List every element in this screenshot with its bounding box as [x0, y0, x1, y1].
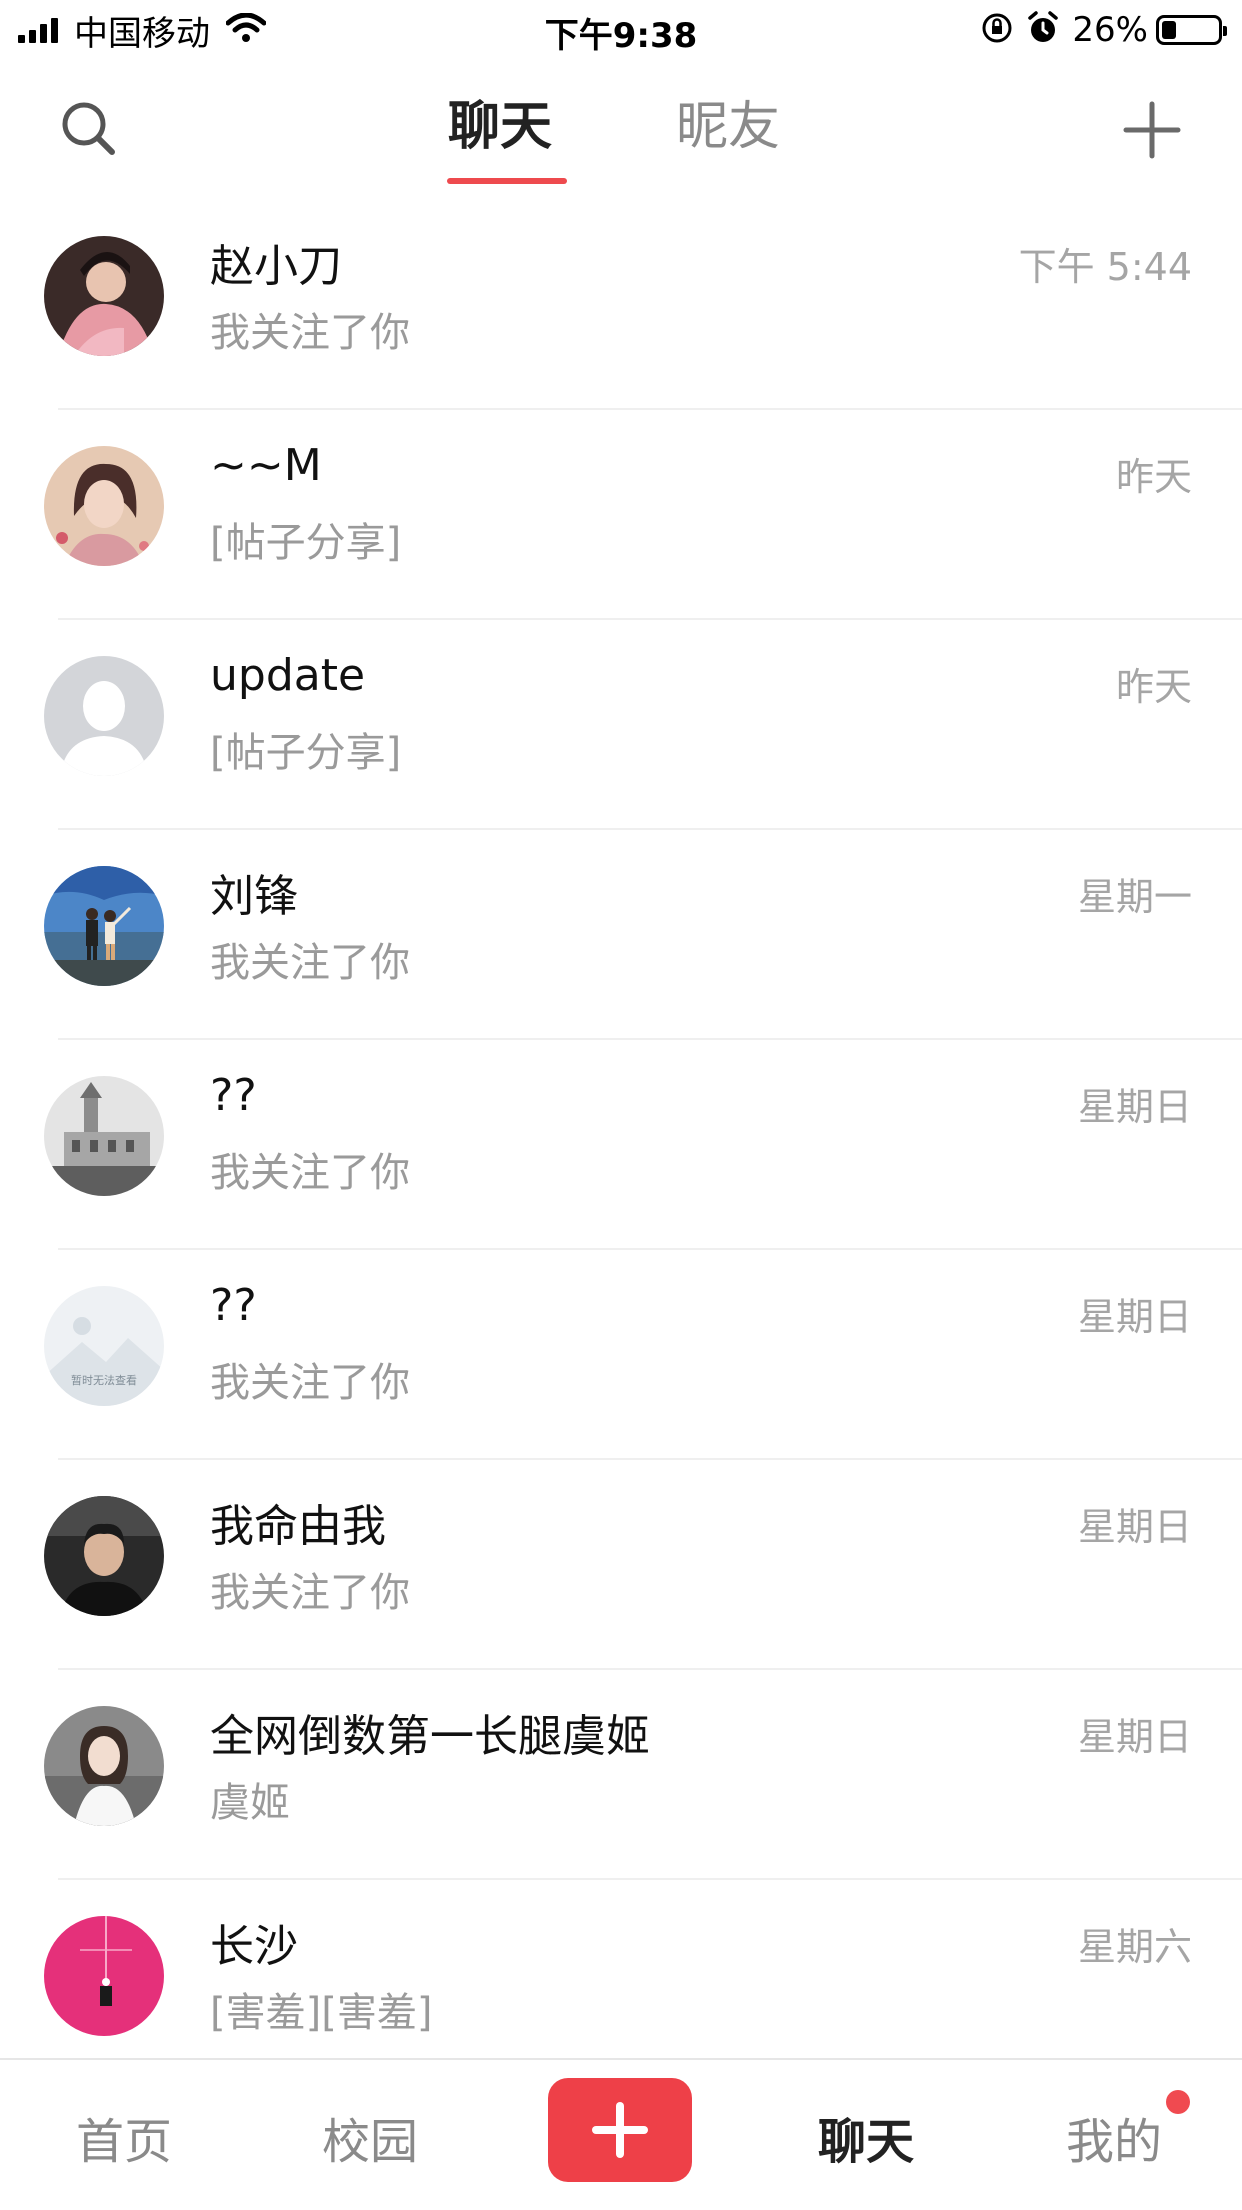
contact-name: 刘锋 [210, 871, 298, 922]
message-preview: 虞姬 [210, 1780, 290, 1826]
contact-name: ?? [210, 1070, 257, 1121]
avatar [44, 236, 164, 356]
bottom-tab-bar: 首页 校园 聊天 我的 [0, 2058, 1242, 2210]
chat-item[interactable]: 我命由我 我关注了你 星期日 [0, 1460, 1242, 1670]
create-post-button[interactable] [548, 2078, 692, 2182]
default-user-icon [44, 656, 164, 776]
chat-item[interactable]: update [帖子分享] 昨天 [0, 620, 1242, 830]
contact-name: ~~M [210, 440, 322, 491]
message-preview: 我关注了你 [210, 310, 410, 356]
contact-name: 全网倒数第一长腿虞姬 [210, 1711, 650, 1762]
message-time: 星期六 [1077, 1925, 1192, 1969]
message-time: 星期日 [1077, 1715, 1192, 1759]
tab-me[interactable]: 我的 [1034, 2102, 1194, 2172]
notification-badge [1166, 2090, 1190, 2114]
message-time: 下午 5:44 [1018, 245, 1192, 289]
message-time: 星期日 [1077, 1085, 1192, 1129]
contact-name: 长沙 [210, 1921, 298, 1972]
chat-item[interactable]: 刘锋 我关注了你 星期一 [0, 830, 1242, 1040]
avatar [44, 1706, 164, 1826]
message-time: 星期一 [1077, 875, 1192, 919]
orientation-lock-icon [980, 11, 1014, 49]
tab-friends[interactable]: 昵友 [676, 84, 780, 159]
plus-icon[interactable] [1112, 90, 1192, 170]
chat-list: 赵小刀 我关注了你 下午 5:44 ~~M [帖子分享] 昨天 update [… [0, 200, 1242, 2090]
chat-item[interactable]: ~~M [帖子分享] 昨天 [0, 410, 1242, 620]
battery-icon [1156, 15, 1227, 45]
battery-percent: 26% [1072, 10, 1148, 50]
message-time: 昨天 [1115, 665, 1192, 709]
avatar [44, 446, 164, 566]
message-preview: 我关注了你 [210, 1150, 410, 1196]
tab-home[interactable]: 首页 [44, 2102, 204, 2172]
chat-item[interactable]: 全网倒数第一长腿虞姬 虞姬 星期日 [0, 1670, 1242, 1880]
status-right: 26% [980, 8, 1227, 52]
avatar [44, 1076, 164, 1196]
tab-chat[interactable]: 聊天 [448, 84, 552, 159]
alarm-icon [1026, 11, 1060, 49]
message-preview: 我关注了你 [210, 1570, 410, 1616]
contact-name: ?? [210, 1280, 257, 1331]
contact-name: update [210, 650, 366, 701]
status-bar: 中国移动 下午9:38 26% [0, 0, 1242, 62]
search-icon[interactable] [50, 90, 130, 170]
message-preview: [帖子分享] [210, 520, 402, 566]
chat-item[interactable]: 赵小刀 我关注了你 下午 5:44 [0, 200, 1242, 410]
avatar-caption: 暂时无法查看 [71, 1373, 137, 1387]
image-unavailable-icon: 暂时无法查看 [44, 1286, 164, 1406]
message-preview: 我关注了你 [210, 1360, 410, 1406]
tab-chat-nav[interactable]: 聊天 [786, 2102, 946, 2172]
avatar [44, 1916, 164, 2036]
message-time: 星期日 [1077, 1295, 1192, 1339]
contact-name: 我命由我 [210, 1501, 386, 1552]
active-tab-indicator [447, 178, 567, 184]
message-time: 昨天 [1115, 455, 1192, 499]
message-preview: [帖子分享] [210, 730, 402, 776]
avatar [44, 866, 164, 986]
plus-icon [592, 2102, 648, 2158]
tab-campus[interactable]: 校园 [290, 2102, 450, 2172]
chat-item[interactable]: 暂时无法查看 ?? 我关注了你 星期日 [0, 1250, 1242, 1460]
avatar [44, 1496, 164, 1616]
message-preview: 我关注了你 [210, 940, 410, 986]
message-preview: [害羞][害羞] [210, 1990, 433, 2036]
message-time: 星期日 [1077, 1505, 1192, 1549]
chat-item[interactable]: ?? 我关注了你 星期日 [0, 1040, 1242, 1250]
contact-name: 赵小刀 [210, 241, 342, 292]
header: 聊天 昵友 [0, 62, 1242, 190]
